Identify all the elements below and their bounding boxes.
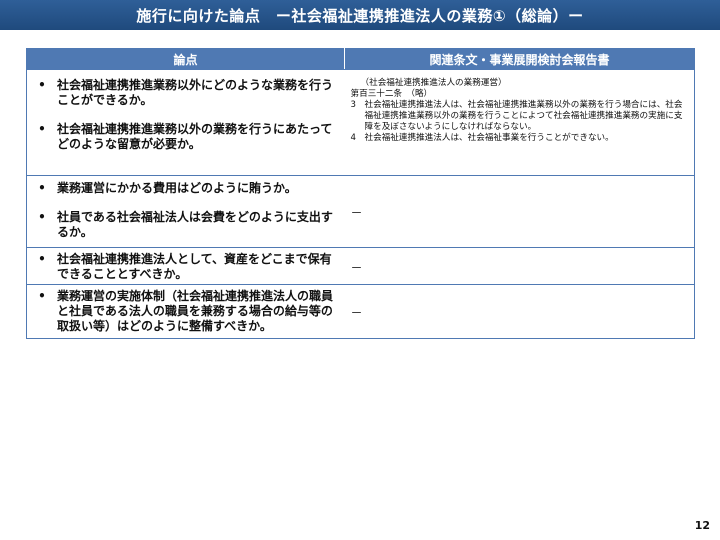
reference-cell: （社会福祉連携推進法人の業務運営） 第百三十二条 （略） 3 社会福祉連携推進法… xyxy=(344,69,695,176)
reference-item-number: 3 xyxy=(350,100,356,110)
bullet-icon: • xyxy=(38,289,46,303)
table-row: • 業務運営にかかる費用はどのように賄うか。 • 社員である社会福祉法人は会費を… xyxy=(26,175,695,248)
reference-dash: － xyxy=(350,306,363,320)
issue-text: 業務運営にかかる費用はどのように賄うか。 xyxy=(57,181,297,195)
issues-cell: • 業務運営にかかる費用はどのように賄うか。 • 社員である社会福祉法人は会費を… xyxy=(26,175,345,248)
reference-cell: － xyxy=(344,284,695,339)
issue-text: 社員である社会福祉法人は会費をどのように支出するか。 xyxy=(57,210,333,239)
reference-dash: － xyxy=(350,260,363,275)
table-header-row: 論点 関連条文・事業展開検討会報告書 xyxy=(26,48,695,70)
issues-cell: • 社会福祉連携推進業務以外にどのような業務を行うことができるか。 • 社会福祉… xyxy=(26,69,345,176)
reference-text: （社会福祉連携推進法人の業務運営） 第百三十二条 （略） 3 社会福祉連携推進法… xyxy=(345,70,695,144)
table-row: • 社会福祉連携推進業務以外にどのような業務を行うことができるか。 • 社会福祉… xyxy=(26,69,695,176)
bullet-icon: • xyxy=(38,122,46,136)
issue-item: • 業務運営にかかる費用はどのように賄うか。 xyxy=(27,181,345,196)
reference-article: 第百三十二条 （略） xyxy=(350,89,433,99)
reference-item: 3 社会福祉連携推進法人は、社会福祉連携推進業務以外の業務を行う場合には、社会福… xyxy=(351,100,689,133)
header-issues: 論点 xyxy=(26,48,345,70)
issues-table: 論点 関連条文・事業展開検討会報告書 • 社会福祉連携推進業務以外にどのような業… xyxy=(26,48,695,339)
issues-cell: • 業務運営の実施体制（社会福祉連携推進法人の職員と社員である法人の職員を兼務す… xyxy=(26,284,345,339)
reference-item-number: 4 xyxy=(350,133,356,143)
table-row: • 社会福祉連携推進法人として、資産をどこまで保有できることとすべきか。 － xyxy=(26,247,695,285)
issues-cell: • 社会福祉連携推進法人として、資産をどこまで保有できることとすべきか。 xyxy=(26,247,345,285)
reference-heading: （社会福祉連携推進法人の業務運営） xyxy=(360,78,507,88)
bullet-icon: • xyxy=(38,78,46,92)
bullet-icon: • xyxy=(38,181,46,195)
issue-item: • 業務運営の実施体制（社会福祉連携推進法人の職員と社員である法人の職員を兼務す… xyxy=(27,289,345,334)
reference-item: 4 社会福祉連携推進法人は、社会福祉事業を行うことができない。 xyxy=(351,133,689,144)
issue-text: 社会福祉連携推進法人として、資産をどこまで保有できることとすべきか。 xyxy=(57,252,332,281)
issue-item: • 社員である社会福祉法人は会費をどのように支出するか。 xyxy=(27,210,345,240)
issue-item: • 社会福祉連携推進業務以外にどのような業務を行うことができるか。 xyxy=(27,78,345,108)
header-references: 関連条文・事業展開検討会報告書 xyxy=(344,48,695,70)
issue-item: • 社会福祉連携推進法人として、資産をどこまで保有できることとすべきか。 xyxy=(27,252,345,282)
issue-text: 社会福祉連携推進業務以外にどのような業務を行うことができるか。 xyxy=(57,78,334,107)
bullet-icon: • xyxy=(38,210,46,224)
reference-item-text: 社会福祉連携推進法人は、社会福祉事業を行うことができない。 xyxy=(364,133,614,143)
issue-text: 業務運営の実施体制（社会福祉連携推進法人の職員と社員である法人の職員を兼務する場… xyxy=(57,289,334,333)
bullet-icon: • xyxy=(38,252,46,266)
page-number: 12 xyxy=(694,519,710,532)
slide-title: 施行に向けた論点 ー社会福祉連携推進法人の業務①（総論）ー xyxy=(0,0,720,30)
table-row: • 業務運営の実施体制（社会福祉連携推進法人の職員と社員である法人の職員を兼務す… xyxy=(26,284,695,339)
reference-item-text: 社会福祉連携推進法人は、社会福祉連携推進業務以外の業務を行う場合には、社会福祉連… xyxy=(364,100,683,132)
issue-text: 社会福祉連携推進業務以外の業務を行うにあたってどのような留意が必要か。 xyxy=(57,122,333,151)
reference-dash: － xyxy=(350,206,363,220)
reference-cell: － xyxy=(344,175,695,248)
issue-item: • 社会福祉連携推進業務以外の業務を行うにあたってどのような留意が必要か。 xyxy=(27,122,345,152)
reference-cell: － xyxy=(344,247,695,285)
